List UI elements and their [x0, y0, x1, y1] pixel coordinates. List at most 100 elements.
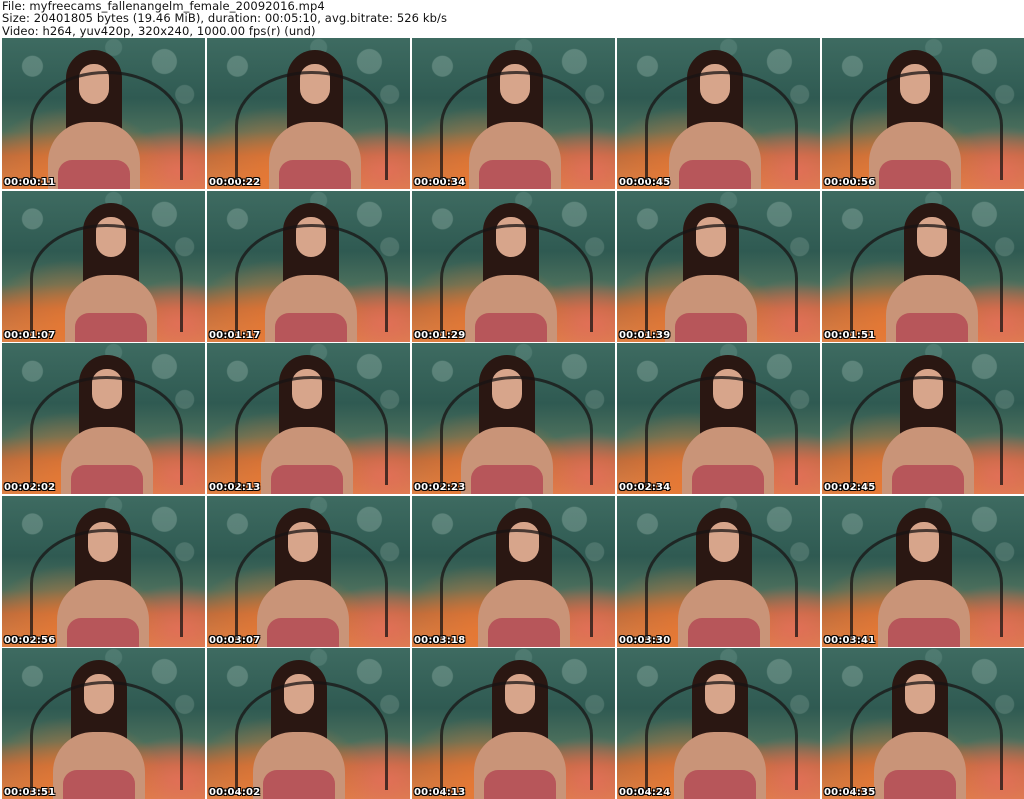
dress-shape: [878, 160, 951, 189]
body-shape-shape: [260, 427, 353, 494]
dress-shape: [57, 160, 130, 189]
video-thumbnail: 00:04:02: [207, 648, 410, 799]
thumbnail-timestamp: 00:03:18: [414, 634, 466, 646]
person-figure: [473, 660, 566, 799]
face-shape: [91, 369, 122, 410]
face-shape: [699, 64, 730, 105]
body-shape-shape: [681, 427, 774, 494]
face-shape: [708, 521, 739, 562]
person-figure: [264, 202, 357, 342]
face-shape: [299, 64, 330, 105]
thumbnail-timestamp: 00:04:13: [414, 787, 466, 798]
video-thumbnail: 00:04:13: [412, 648, 615, 799]
thumbnail-timestamp: 00:00:45: [619, 177, 671, 188]
video-thumbnail: 00:02:34: [617, 343, 820, 494]
body-shape-shape: [881, 427, 974, 494]
dress-shape: [891, 465, 964, 494]
dress-shape: [691, 465, 764, 494]
body-shape-shape: [885, 274, 978, 342]
face-shape: [291, 369, 322, 410]
person-figure: [268, 50, 361, 189]
face-shape: [695, 216, 726, 257]
face-shape: [912, 369, 943, 410]
body-shape-shape: [468, 122, 561, 189]
person-figure: [252, 660, 345, 799]
face-shape: [904, 674, 935, 715]
dress-shape: [62, 770, 135, 799]
video-thumbnail: 00:01:29: [412, 190, 615, 342]
person-figure: [885, 202, 978, 342]
face-shape: [287, 521, 318, 562]
face-shape: [508, 521, 539, 562]
face-shape: [95, 216, 126, 257]
person-figure: [664, 202, 757, 342]
video-thumbnail: 00:02:02: [2, 343, 205, 494]
person-figure: [477, 507, 570, 647]
video-thumbnail: 00:01:17: [207, 190, 410, 342]
dress-shape: [278, 160, 351, 189]
person-figure: [256, 507, 349, 647]
video-thumbnail: 00:03:30: [617, 495, 820, 647]
body-shape-shape: [477, 579, 570, 647]
video-thumbnail: 00:04:35: [822, 648, 1024, 799]
person-figure: [464, 202, 557, 342]
face-shape: [908, 521, 939, 562]
thumbnail-grid: 00:00:11 00:00:22 00:00:34 00:00:45 00:00:56…: [0, 38, 1024, 799]
thumbnail-timestamp: 00:04:24: [619, 787, 671, 798]
body-shape-shape: [473, 732, 566, 799]
person-figure: [64, 202, 157, 342]
thumbnail-timestamp: 00:04:35: [824, 787, 876, 798]
thumbnail-timestamp: 00:02:34: [619, 482, 671, 493]
face-shape: [87, 521, 118, 562]
thumbnail-timestamp: 00:04:02: [209, 787, 261, 798]
body-shape-shape: [464, 274, 557, 342]
file-size-line: Size: 20401805 bytes (19.46 MiB), durati…: [2, 11, 448, 26]
thumbnail-timestamp: 00:01:29: [414, 329, 466, 341]
dress-shape: [74, 312, 147, 342]
body-shape-shape: [664, 274, 757, 342]
face-shape: [295, 216, 326, 257]
person-figure: [60, 355, 153, 494]
face-shape: [504, 674, 535, 715]
thumbnail-timestamp: 00:02:02: [4, 482, 56, 493]
dress-shape: [674, 312, 747, 342]
thumbnail-timestamp: 00:00:22: [209, 177, 261, 188]
contact-sheet-header: File: myfreecams_fallenangelm_female_200…: [2, 0, 1022, 38]
person-figure: [460, 355, 553, 494]
thumbnail-timestamp: 00:00:11: [4, 177, 56, 188]
thumbnail-timestamp: 00:01:51: [824, 329, 876, 341]
thumbnail-timestamp: 00:01:07: [4, 329, 56, 341]
dress-shape: [70, 465, 143, 494]
person-figure: [877, 507, 970, 647]
person-figure: [260, 355, 353, 494]
video-thumbnail: 00:02:56: [2, 495, 205, 647]
person-figure: [873, 660, 966, 799]
body-shape-shape: [252, 732, 345, 799]
face-shape: [499, 64, 530, 105]
person-figure: [468, 50, 561, 189]
video-thumbnail: 00:02:13: [207, 343, 410, 494]
face-shape: [899, 64, 930, 105]
thumbnail-timestamp: 00:03:51: [4, 787, 56, 798]
dress-shape: [487, 617, 560, 647]
person-figure: [47, 50, 140, 189]
dress-shape: [66, 617, 139, 647]
body-shape-shape: [873, 732, 966, 799]
dress-shape: [266, 617, 339, 647]
video-thumbnail: 00:00:34: [412, 38, 615, 189]
thumbnail-timestamp: 00:03:07: [209, 634, 261, 646]
face-shape: [78, 64, 109, 105]
video-thumbnail: 00:00:11: [2, 38, 205, 189]
person-figure: [681, 355, 774, 494]
video-info-line: Video: h264, yuv420p, 320x240, 1000.00 f…: [2, 23, 316, 38]
face-shape: [283, 674, 314, 715]
dress-shape: [470, 465, 543, 494]
body-shape-shape: [64, 274, 157, 342]
body-shape-shape: [268, 122, 361, 189]
person-figure: [881, 355, 974, 494]
face-shape: [704, 674, 735, 715]
body-shape-shape: [673, 732, 766, 799]
body-shape-shape: [868, 122, 961, 189]
face-shape: [83, 674, 114, 715]
body-shape-shape: [52, 732, 145, 799]
